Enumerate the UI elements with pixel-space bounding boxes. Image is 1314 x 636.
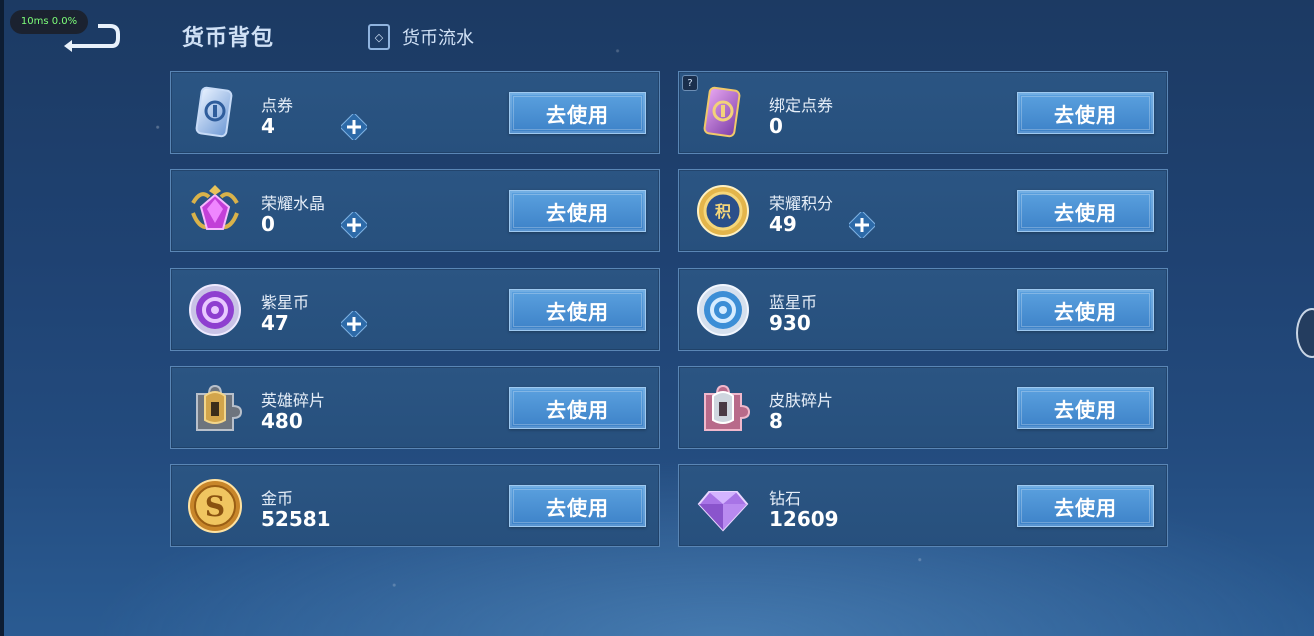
currency-card-diamond: 钻石 12609 去使用 [678,464,1168,547]
currency-card-voucher: 点券 4 去使用 [170,71,660,154]
plus-icon [847,210,877,240]
plus-icon [339,112,369,142]
currency-name: 蓝星币 [769,293,818,312]
use-bound-voucher-button[interactable]: 去使用 [1017,92,1154,134]
back-button[interactable] [60,22,120,52]
currency-card-purple-star-coin: 紫星币 47 去使用 [170,268,660,351]
blue-star-coin-icon [695,282,751,338]
use-gold-coin-button[interactable]: 去使用 [509,485,646,527]
currency-card-blue-star-coin: 蓝星币 930 去使用 [678,268,1168,351]
currency-card-bound-voucher: ? 绑定点券 0 去使用 [678,71,1168,154]
plus-icon [339,210,369,240]
frame-edge [0,0,4,636]
use-voucher-button[interactable]: 去使用 [509,92,646,134]
side-scroll-handle[interactable] [1296,308,1314,358]
add-glory-crystal-button[interactable] [339,210,369,240]
currency-card-gold-coin: S 金币 52581 去使用 [170,464,660,547]
page-title: 货币背包 [182,26,275,51]
gold-coin-icon: S [187,478,243,534]
use-purple-star-coin-button[interactable]: 去使用 [509,289,646,331]
currency-value: 930 [769,311,811,335]
currency-value: 8 [769,409,783,433]
bound-voucher-card-icon [695,85,751,141]
use-diamond-button[interactable]: 去使用 [1017,485,1154,527]
currency-name: 点券 [261,96,294,115]
use-hero-fragment-button[interactable]: 去使用 [509,387,646,429]
currency-value: 0 [769,114,783,138]
currency-card-glory-crystal: 荣耀水晶 0 去使用 [170,169,660,252]
currency-value: 52581 [261,507,331,531]
currency-name: 荣耀积分 [769,194,834,213]
use-glory-crystal-button[interactable]: 去使用 [509,190,646,232]
add-purple-star-coin-button[interactable] [339,309,369,339]
currency-value: 12609 [769,507,839,531]
currency-value: 4 [261,114,275,138]
use-skin-fragment-button[interactable]: 去使用 [1017,387,1154,429]
purple-star-coin-icon [187,282,243,338]
svg-text:S: S [205,490,225,523]
svg-text:积: 积 [715,202,731,221]
skin-fragment-icon [695,380,751,436]
diamond-icon [695,478,751,534]
currency-value: 480 [261,409,303,433]
currency-card-skin-fragment: 皮肤碎片 8 去使用 [678,366,1168,449]
currency-name: 钻石 [769,489,802,508]
currency-name: 英雄碎片 [261,391,326,410]
voucher-card-icon [187,85,243,141]
currency-name: 绑定点券 [769,96,834,115]
currency-value: 0 [261,212,275,236]
currency-flow-label: 货币流水 [402,28,474,49]
plus-icon [339,309,369,339]
currency-card-glory-points: 积 荣耀积分 49 去使用 [678,169,1168,252]
currency-flow-link[interactable]: ◇ 货币流水 [368,22,474,52]
currency-value: 49 [769,212,797,236]
ledger-icon: ◇ [368,24,390,50]
currency-name: 荣耀水晶 [261,194,326,213]
hero-fragment-icon [187,380,243,436]
add-voucher-button[interactable] [339,112,369,142]
use-blue-star-coin-button[interactable]: 去使用 [1017,289,1154,331]
currency-value: 47 [261,311,289,335]
glory-points-icon: 积 [695,183,751,239]
glory-crystal-icon [187,183,243,239]
currency-name: 皮肤碎片 [769,391,834,410]
currency-card-hero-fragment: 英雄碎片 480 去使用 [170,366,660,449]
add-glory-points-button[interactable] [847,210,877,240]
currency-name: 紫星币 [261,293,310,312]
back-arrow-icon [64,24,120,52]
currency-name: 金币 [261,489,294,508]
use-glory-points-button[interactable]: 去使用 [1017,190,1154,232]
